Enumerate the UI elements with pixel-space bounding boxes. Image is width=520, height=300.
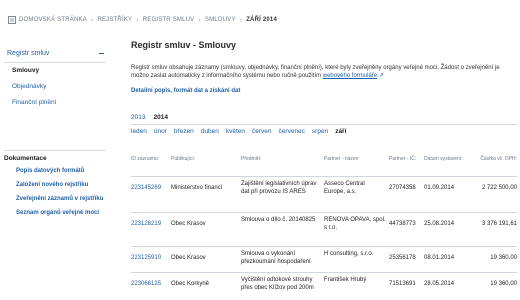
table-cell: Obec Krasov (171, 221, 206, 227)
divider (131, 124, 517, 125)
month-tab[interactable]: srpen (312, 128, 328, 135)
table-row: 223066125 Obec Korkyně Vyčištění odtokové … (131, 272, 517, 300)
month-tab[interactable]: červenec (279, 128, 305, 135)
month-tabs: leden únor březen duben květen červen červenec… (131, 128, 353, 135)
divider (4, 150, 106, 151)
table-cell: 25.08.2014 (424, 221, 455, 227)
breadcrumb-rejstriky[interactable]: REJSTŘÍKY (97, 17, 132, 23)
table-cell: 3 376 191,61 (481, 221, 517, 227)
breadcrumb-registr-smluv[interactable]: REGISTR SMLUV (143, 17, 195, 23)
documentation-section: Dokumentace Popis datových formátů Založe… (0, 150, 110, 223)
column-header: Publikující: (171, 156, 196, 162)
external-link-icon: ↗ (378, 73, 384, 79)
table-cell: RENOVA OPAVA, spol. s r.o. (324, 217, 386, 231)
year-tab[interactable]: 2014 (153, 114, 167, 121)
table-cell: Vyčištění odtokové strouhy přes obec Klí… (241, 277, 314, 291)
month-tab[interactable]: březen (174, 128, 194, 135)
sidebar-item-2[interactable]: Finanční plnění (0, 95, 110, 111)
table-cell: 27074358 (389, 185, 416, 191)
breadcrumb-home[interactable]: DOMOVSKÁ STRÁNKA (19, 17, 87, 23)
table-cell: 08.01.2014 (424, 255, 455, 261)
table-row: 223126219 Obec Krasov Smlouva o dílo č. 20… (131, 212, 517, 246)
web-form-link[interactable]: webového formuláře (323, 73, 377, 79)
column-header: ID záznamu: (131, 156, 160, 162)
table-cell: 28.05.2014 (424, 281, 455, 287)
breadcrumb-smlouvy[interactable]: SMLOUVY (205, 17, 236, 23)
table-cell: Obec Krasov (171, 255, 206, 261)
table-row: 223125910 Obec Krasov Smlouva o vykonání p… (131, 246, 517, 272)
table-cell: Obec Korkyně (171, 281, 210, 287)
column-header: Předmět: (241, 156, 262, 162)
year-tab[interactable]: 2013 (131, 114, 145, 121)
table-cell: Smlouva o vykonání přezkoumání hospodaře… (241, 251, 311, 265)
record-id-link[interactable]: 223145269 (131, 185, 169, 193)
table-row: 223145269 Ministerstvo financí Zajištění l… (131, 176, 517, 212)
month-tab[interactable]: květen (226, 128, 245, 135)
breadcrumb-current: ZÁŘÍ 2014 (246, 17, 278, 23)
sidebar-item-1[interactable]: Objednávky (0, 79, 110, 95)
table-cell: 71513691 (389, 281, 416, 287)
column-header: Datum vystavení: (424, 156, 463, 162)
detail-description-link[interactable]: Detailní popis, formát dat a získání dat (131, 88, 240, 94)
column-header: Partner - název: (324, 156, 360, 162)
table-cell: Ministerstvo financí (171, 185, 223, 191)
intro-body: Registr smluv obsahuje záznamy (smlouvy,… (131, 65, 500, 79)
documentation-link[interactable]: Seznam orgánů veřejné moci (0, 209, 110, 217)
table-cell: Asseco Central Europe, a.s. (324, 181, 365, 195)
table-cell: 2 722 500,00 (481, 185, 517, 191)
month-tab[interactable]: září (335, 128, 346, 135)
column-header: Částka vč. DPH: (480, 156, 517, 162)
sidebar: Registr smluv Smlouvy Objednávky Finanční … (0, 40, 110, 300)
table-cell: 19 360,00 (490, 281, 517, 287)
column-header: Partner - IČ: (389, 156, 417, 162)
breadcrumb-separator: › (239, 16, 243, 24)
breadcrumb-separator: › (198, 16, 201, 24)
sidebar-items: Smlouvy Objednávky Finanční plnění (0, 63, 110, 111)
table-cell: H consulting, s.r.o. (324, 251, 374, 257)
sidebar-group-title[interactable]: Registr smluv (7, 50, 49, 57)
sidebar-item-0[interactable]: Smlouvy (0, 63, 110, 79)
table-cell: 01.09.2014 (424, 185, 455, 191)
documentation-link[interactable]: Založení nového rejstříku (0, 181, 110, 189)
month-tab[interactable]: červen (252, 128, 272, 135)
table-cell: František Hrubý (324, 277, 367, 283)
page-title: Registr smluv - Smlouvy (131, 40, 237, 50)
table-cell: 25356178 (389, 255, 416, 261)
table-cell: 19 360,00 (490, 255, 517, 261)
breadcrumb: DOMOVSKÁ STRÁNKA › REJSTŘÍKY › REGISTR S… (0, 0, 520, 40)
home-icon[interactable] (8, 16, 16, 24)
sidebar-group-header[interactable]: Registr smluv (0, 40, 110, 60)
intro-text: Registr smluv obsahuje záznamy (smlouvy,… (131, 64, 517, 80)
documentation-link[interactable]: Popis datových formátů (0, 167, 110, 175)
documentation-links: Popis datových formátů Založení nového re… (0, 167, 110, 217)
table-cell: Zajištění legislativních úprav dat při p… (241, 181, 317, 195)
collapse-icon[interactable] (99, 52, 104, 54)
documentation-link[interactable]: Zveřejnění záznamů v rejstříku (0, 195, 110, 203)
month-tab[interactable]: únor (154, 128, 167, 135)
record-id-link[interactable]: 223125910 (131, 255, 169, 263)
documentation-title: Dokumentace (4, 155, 47, 162)
breadcrumb-separator: › (90, 16, 94, 24)
table-cell: 44738773 (389, 221, 416, 227)
year-tabs: 2013 2014 (131, 114, 176, 121)
table-cell: Smlouva o dílo č. 20140825 (241, 217, 316, 223)
record-id-link[interactable]: 223126219 (131, 221, 169, 229)
breadcrumb-separator: › (136, 16, 139, 24)
record-id-link[interactable]: 223066125 (131, 281, 169, 289)
month-tab[interactable]: duben (201, 128, 219, 135)
month-tab[interactable]: leden (131, 128, 147, 135)
